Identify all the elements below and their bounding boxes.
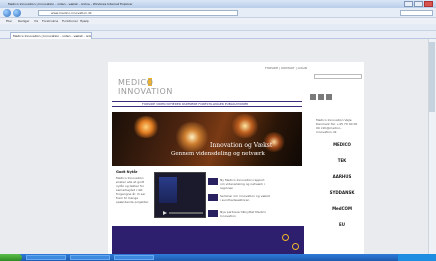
site-logo-line1[interactable]: MEDICO <box>118 78 153 87</box>
contact-address: Medico Innovation Vejle Denmark Tel. +45… <box>316 118 358 134</box>
menu-file[interactable]: Filer <box>6 19 12 23</box>
menu-view[interactable]: Vis <box>34 19 38 23</box>
news-thumbnail <box>208 194 218 201</box>
section-text: Medico Innovation ønsker alle et godt ny… <box>116 176 149 204</box>
partner-logo[interactable]: SYDDANSK <box>324 190 360 195</box>
partner-logo[interactable]: EU <box>324 222 360 227</box>
ring-graphic <box>282 234 289 241</box>
menu-edit[interactable]: Rediger <box>18 19 30 23</box>
video-progress-bar[interactable] <box>169 212 203 214</box>
system-tray <box>398 254 436 261</box>
mail-icon[interactable] <box>318 94 324 100</box>
search-box[interactable] <box>400 10 433 16</box>
print-icon[interactable] <box>310 94 316 100</box>
hero-banner <box>112 112 302 166</box>
menu-help[interactable]: Hjælp <box>80 19 89 23</box>
site-search-input[interactable] <box>314 74 362 79</box>
window-titlebar: Medico Innovation | Innovation - viden -… <box>0 0 436 8</box>
taskbar-item[interactable] <box>26 255 66 260</box>
firework-graphic <box>230 114 260 138</box>
partner-logo[interactable]: TEK <box>324 158 360 163</box>
partner-logo[interactable]: MedCOM <box>324 206 360 211</box>
ring-graphic <box>292 243 299 250</box>
rss-icon[interactable] <box>326 94 332 100</box>
video-thumbnail <box>159 177 177 203</box>
hero-title: Innovation og Vækst <box>210 142 273 149</box>
footer-band <box>112 226 304 254</box>
hero-subtitle: Gennem vidensdeling og netværk <box>171 151 265 157</box>
news-thumbnail <box>208 210 218 217</box>
news-thumbnail <box>208 178 218 185</box>
section-title: Godt Nytår <box>116 170 138 174</box>
partner-logo[interactable]: MEDICO <box>324 142 360 147</box>
partner-logo[interactable]: AARHUS <box>324 174 360 179</box>
maximize-button[interactable] <box>414 1 423 7</box>
minimize-button[interactable] <box>404 1 413 7</box>
video-player[interactable] <box>154 172 206 218</box>
start-button[interactable] <box>0 254 22 261</box>
close-button[interactable] <box>424 1 433 7</box>
tab-label: Medico Innovation | Innovation - viden -… <box>13 34 91 38</box>
menu-favorites[interactable]: Foretrukne <box>42 19 58 23</box>
news-text: Ny Medico Innovation rapport om vidensde… <box>220 178 265 190</box>
firework-graphic <box>132 116 160 138</box>
site-logo-line2[interactable]: INNOVATION <box>118 87 173 96</box>
browser-tab[interactable]: Medico Innovation | Innovation - viden -… <box>10 32 92 39</box>
news-text: Nye partnere tilknyttet Medico Innovatio… <box>220 210 266 218</box>
taskbar-item[interactable] <box>114 255 154 260</box>
back-button[interactable] <box>3 9 11 17</box>
nav-rule-bottom <box>112 106 302 107</box>
play-icon[interactable] <box>163 211 167 215</box>
menu-tools[interactable]: Funktioner <box>62 19 78 23</box>
firework-graphic <box>174 122 210 152</box>
top-links[interactable]: FORSIDE | KONTAKT | LOGIN <box>265 66 307 70</box>
window-title: Medico Innovation | Innovation - viden -… <box>8 2 133 6</box>
address-bar[interactable]: www.medico-innovation.dk <box>38 10 238 16</box>
news-text: Seminar om innovation og vækst i sundhed… <box>220 194 270 202</box>
scrollbar-thumb[interactable] <box>429 42 435 112</box>
address-text: www.medico-innovation.dk <box>51 11 92 15</box>
forward-button[interactable] <box>13 9 21 17</box>
favorites-bar <box>0 24 436 31</box>
taskbar-item[interactable] <box>70 255 110 260</box>
